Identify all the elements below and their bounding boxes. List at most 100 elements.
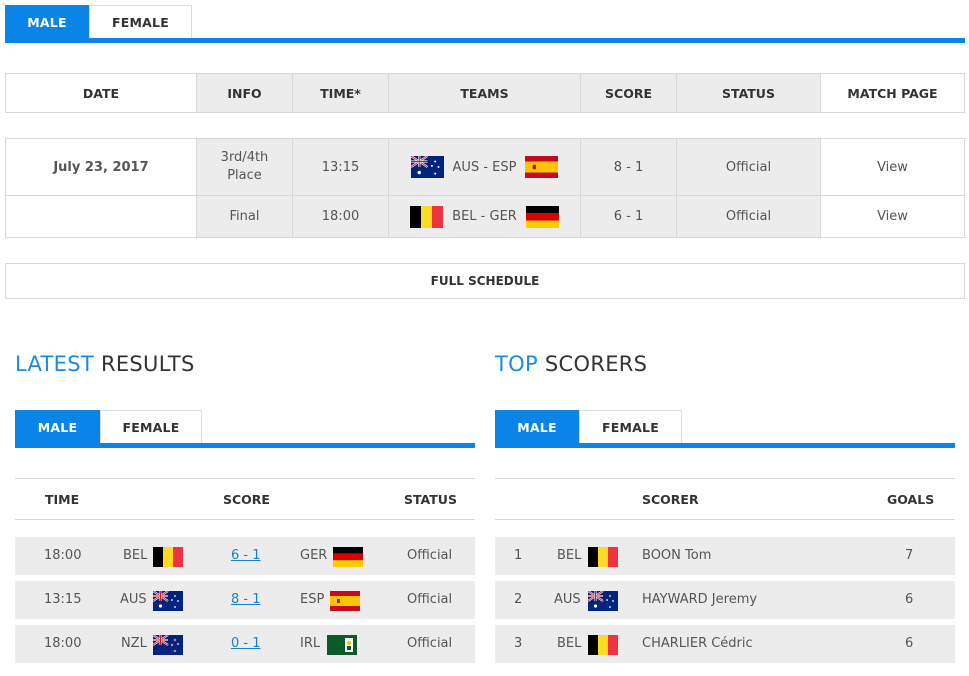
table-row: 1 BEL BOON Tom 7	[495, 537, 955, 575]
tab-male[interactable]: MALE	[15, 410, 100, 444]
result-score-link[interactable]: 8 - 1	[231, 592, 261, 607]
tab-underline	[495, 443, 955, 448]
tab-underline	[15, 443, 475, 448]
match-date: July 23, 2017	[6, 139, 197, 195]
match-status: Official	[677, 139, 821, 195]
away-team: IRL	[300, 636, 321, 651]
away-team: ESP	[300, 592, 325, 607]
tab-male[interactable]: MALE	[495, 410, 579, 444]
top-scorers-title: TOP SCORERS	[495, 352, 647, 376]
table-row: 18:00 BEL 6 - 1 GER Official	[15, 537, 475, 575]
match-status: Official	[677, 196, 821, 237]
scorer-goals: 6	[905, 636, 914, 651]
germany-flag-icon	[333, 547, 363, 567]
spain-flag-icon	[524, 156, 559, 178]
scorer-rank: 3	[514, 636, 523, 651]
tab-female[interactable]: FEMALE	[579, 410, 682, 444]
match-date	[6, 196, 197, 237]
tab-female[interactable]: FEMALE	[89, 5, 192, 39]
match-teams: BEL - GER	[389, 196, 581, 237]
match-info: 3rd/4th Place	[197, 139, 293, 195]
scorer-rank: 1	[514, 548, 523, 563]
result-status: Official	[407, 548, 453, 563]
result-score-link[interactable]: 0 - 1	[231, 636, 261, 651]
tab-male[interactable]: MALE	[5, 5, 89, 39]
result-status: Official	[407, 592, 453, 607]
title-rest: SCORERS	[537, 352, 648, 376]
scorer-country: BEL	[557, 548, 582, 563]
australia-flag-icon	[153, 591, 183, 611]
latest-results-title: LATEST RESULTS	[15, 352, 195, 376]
title-highlight: LATEST	[15, 352, 94, 376]
teams-label: AUS - ESP	[452, 159, 517, 175]
match-time: 13:15	[293, 139, 389, 195]
result-time: 13:15	[44, 592, 82, 607]
scorer-name: BOON Tom	[642, 548, 712, 563]
home-team: NZL	[121, 636, 147, 651]
schedule-table: July 23, 2017 3rd/4th Place 13:15 AUS - …	[5, 138, 965, 238]
col-info: INFO	[197, 74, 293, 112]
spain-flag-icon	[330, 591, 360, 611]
match-teams: AUS - ESP	[389, 139, 581, 195]
scorers-header: SCORER GOALS	[495, 478, 955, 520]
scorer-goals: 7	[905, 548, 914, 563]
scorer-rank: 2	[514, 592, 523, 607]
germany-flag-icon	[525, 206, 560, 228]
col-scorer: SCORER	[642, 492, 699, 507]
belgium-flag-icon	[588, 635, 618, 655]
match-score[interactable]: 8 - 1	[581, 139, 677, 195]
results-header: TIME SCORE STATUS	[15, 478, 475, 520]
match-info: Final	[197, 196, 293, 237]
table-row: 13:15 AUS 8 - 1 ESP Official	[15, 581, 475, 619]
table-row: 3 BEL CHARLIER Cédric 6	[495, 625, 955, 663]
schedule-header: DATE INFO TIME* TEAMS SCORE STATUS MATCH…	[5, 73, 965, 113]
results-gender-tabs: MALE FEMALE	[15, 410, 202, 444]
tab-underline	[5, 38, 965, 43]
col-score: SCORE	[223, 492, 270, 507]
belgium-flag-icon	[153, 547, 183, 567]
scorers-gender-tabs: MALE FEMALE	[495, 410, 682, 444]
table-row: Final 18:00 BEL - GER 6 - 1 Official Vie…	[6, 196, 964, 237]
view-match-link[interactable]: View	[821, 139, 964, 195]
view-match-link[interactable]: View	[821, 196, 964, 237]
new-zealand-flag-icon	[153, 635, 183, 655]
home-team: BEL	[123, 548, 148, 563]
result-status: Official	[407, 636, 453, 651]
scorer-name: HAYWARD Jeremy	[642, 592, 758, 607]
teams-label: BEL - GER	[452, 209, 517, 224]
col-date: DATE	[6, 74, 197, 112]
result-score-link[interactable]: 6 - 1	[231, 548, 261, 563]
col-time: TIME	[45, 492, 80, 507]
col-goals: GOALS	[887, 492, 935, 507]
scorer-country: BEL	[557, 636, 582, 651]
result-time: 18:00	[44, 636, 82, 651]
col-status: STATUS	[404, 492, 457, 507]
match-score[interactable]: 6 - 1	[581, 196, 677, 237]
top-gender-tabs: MALE FEMALE	[5, 5, 192, 39]
col-match-page: MATCH PAGE	[847, 85, 938, 101]
title-rest: RESULTS	[93, 352, 195, 376]
full-schedule-button[interactable]: FULL SCHEDULE	[5, 263, 965, 299]
match-time: 18:00	[293, 196, 389, 237]
away-team: GER	[300, 548, 328, 563]
result-time: 18:00	[44, 548, 82, 563]
match-info-line1: 3rd/4th	[220, 150, 269, 165]
table-row: 18:00 NZL 0 - 1 IRL Official	[15, 625, 475, 663]
belgium-flag-icon	[409, 206, 444, 228]
australia-flag-icon	[410, 156, 445, 178]
belgium-flag-icon	[588, 547, 618, 567]
table-row: July 23, 2017 3rd/4th Place 13:15 AUS - …	[6, 139, 964, 196]
australia-flag-icon	[588, 591, 618, 611]
scorer-name: CHARLIER Cédric	[642, 636, 753, 651]
match-info-line2: Place	[227, 168, 262, 183]
col-time: TIME*	[293, 74, 389, 112]
ireland-hockey-flag-icon	[327, 635, 357, 655]
col-status: STATUS	[677, 74, 821, 112]
col-score: SCORE	[581, 74, 677, 112]
scorer-goals: 6	[905, 592, 914, 607]
home-team: AUS	[120, 592, 147, 607]
table-row: 2 AUS HAYWARD Jeremy 6	[495, 581, 955, 619]
tab-female[interactable]: FEMALE	[100, 410, 202, 444]
title-highlight: TOP	[495, 352, 538, 376]
scorer-country: AUS	[554, 592, 581, 607]
